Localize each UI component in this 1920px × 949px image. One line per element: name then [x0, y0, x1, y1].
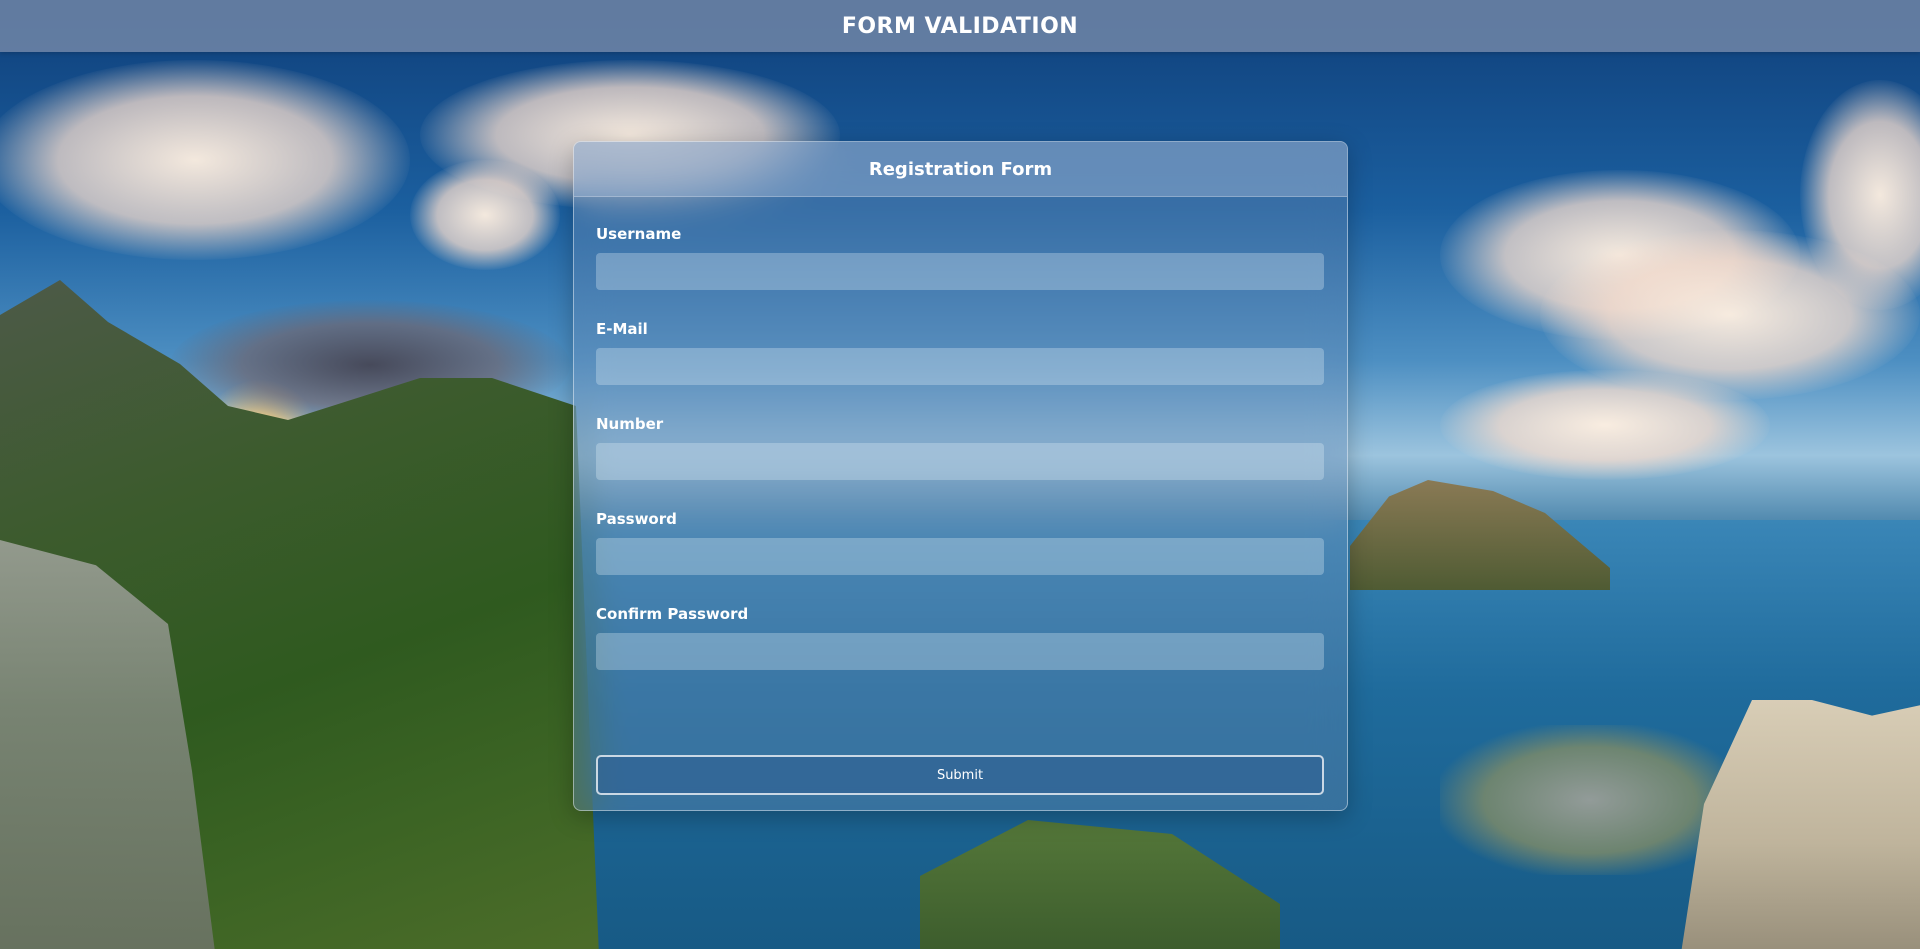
village [1440, 725, 1740, 875]
number-label: Number [596, 415, 664, 433]
registration-form-card: Registration Form Username E-Mail Number… [573, 141, 1348, 811]
form-title: Registration Form [868, 158, 1053, 180]
password-input[interactable] [596, 538, 1324, 575]
password-field-group: Password [596, 510, 1325, 575]
confirm-password-input[interactable] [596, 633, 1324, 670]
password-label: Password [596, 510, 677, 528]
username-label: Username [596, 225, 682, 243]
confirm-password-label: Confirm Password [596, 605, 749, 623]
email-input[interactable] [596, 348, 1324, 385]
username-field-group: Username [596, 225, 1325, 290]
form-header: Registration Form [574, 142, 1347, 197]
submit-button[interactable]: Submit [596, 755, 1324, 795]
number-input[interactable] [596, 443, 1324, 480]
cloud [1440, 370, 1770, 480]
email-field-group: E-Mail [596, 320, 1325, 385]
submit-wrapper: Submit [596, 755, 1324, 795]
number-field-group: Number [596, 415, 1325, 480]
email-label: E-Mail [596, 320, 648, 338]
page-title: FORM VALIDATION [841, 13, 1079, 39]
cloud [0, 60, 410, 260]
username-input[interactable] [596, 253, 1324, 290]
cloud [410, 160, 560, 270]
top-header: FORM VALIDATION [0, 0, 1920, 52]
island-right [1350, 480, 1610, 590]
confirm-password-field-group: Confirm Password [596, 605, 1325, 670]
registration-form: Username E-Mail Number Password Confirm … [574, 197, 1347, 670]
